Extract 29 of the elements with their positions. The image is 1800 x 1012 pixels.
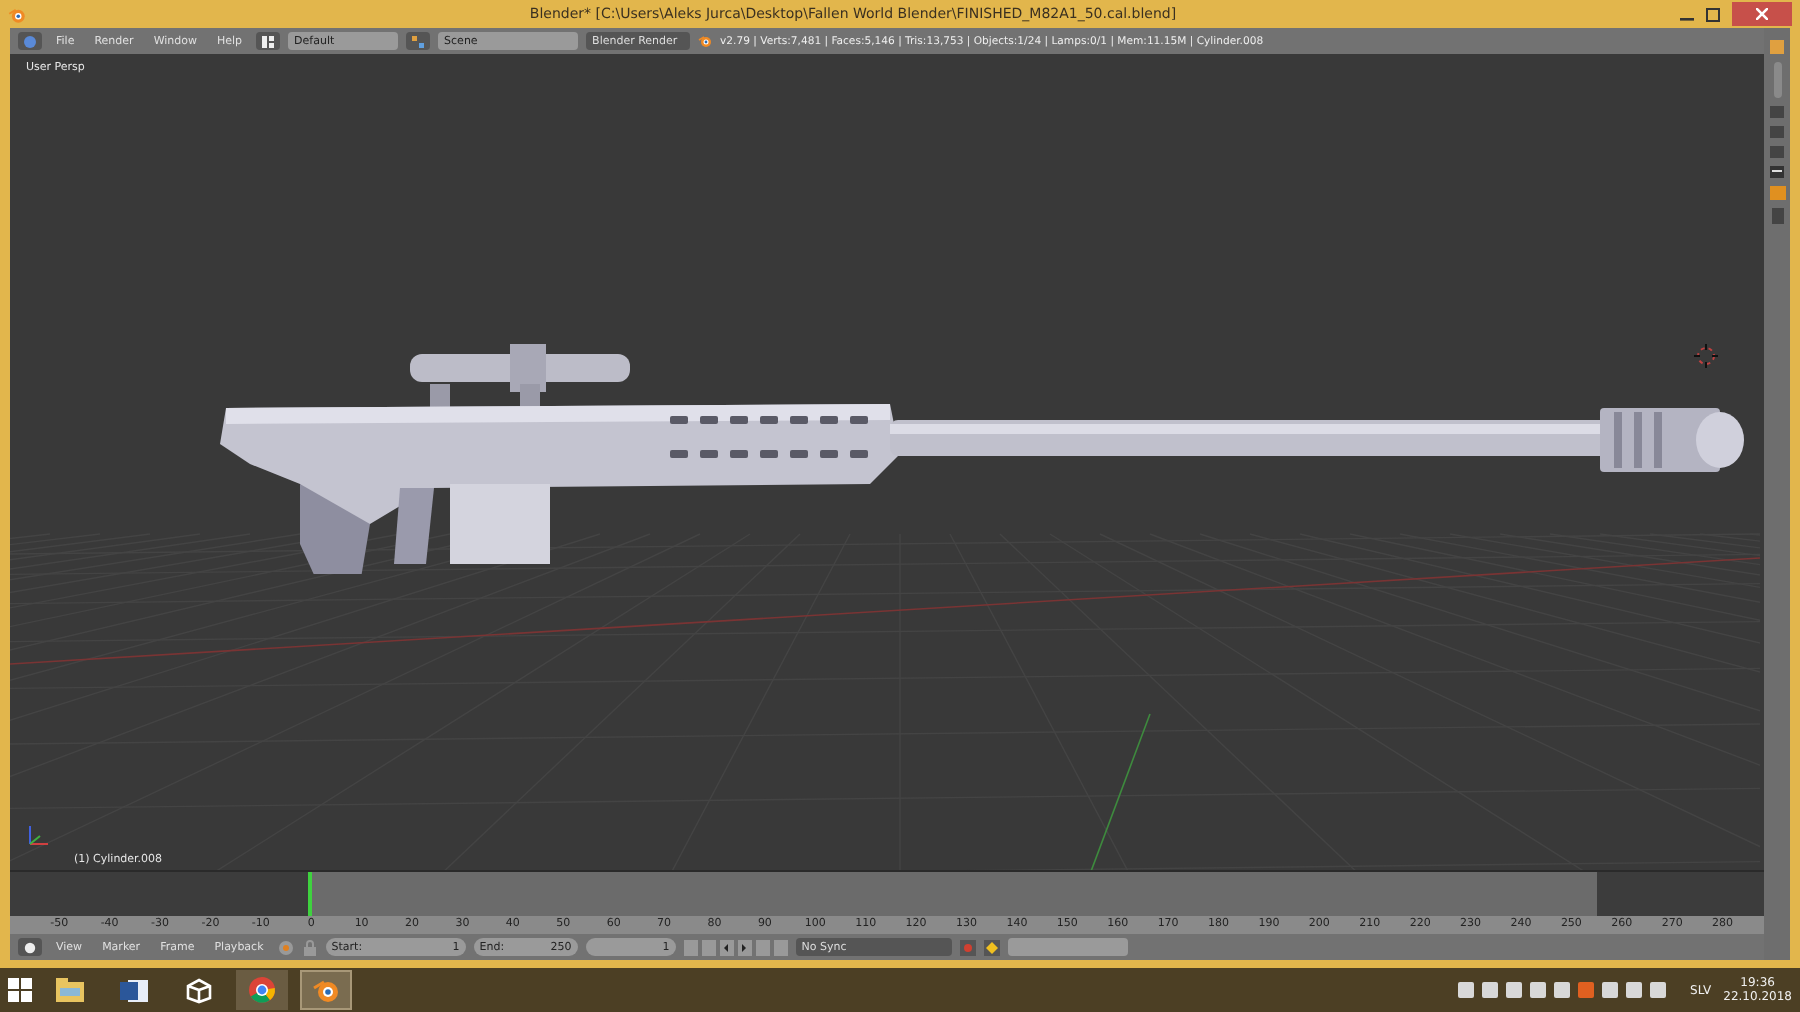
blender-logo-icon xyxy=(312,976,340,1004)
playhead-line[interactable] xyxy=(308,872,313,916)
playback-controls-icon[interactable] xyxy=(683,939,788,955)
close-icon xyxy=(1756,8,1768,20)
preview-range-icon[interactable] xyxy=(277,939,294,955)
keyframe-icon[interactable] xyxy=(983,939,1000,955)
close-button[interactable] xyxy=(1732,2,1792,26)
cube-logo-icon xyxy=(185,977,211,1003)
layout-grid-icon xyxy=(262,35,275,47)
scene-icon xyxy=(412,35,425,47)
outliner-icon[interactable] xyxy=(1770,166,1784,178)
document-app-icon xyxy=(120,977,148,1003)
editor-type-button[interactable] xyxy=(18,938,42,956)
3d-cursor-icon xyxy=(1694,344,1718,368)
keying-set-field[interactable] xyxy=(1007,938,1128,956)
lock-icon[interactable] xyxy=(301,939,318,955)
browser-icon xyxy=(248,976,276,1004)
clock-icon xyxy=(24,941,36,953)
blender-logo-icon xyxy=(698,34,713,48)
info-icon xyxy=(24,35,36,47)
taskbar-app-button[interactable] xyxy=(236,970,288,1010)
axis-gizmo-icon xyxy=(26,824,50,848)
layout-button[interactable] xyxy=(256,32,281,50)
folder-icon xyxy=(56,978,84,1002)
scene-button[interactable] xyxy=(406,32,431,50)
windows-start-icon[interactable] xyxy=(8,978,32,1002)
timeline-track[interactable] xyxy=(10,870,1764,916)
blender-logo-icon xyxy=(8,5,26,23)
maximize-icon[interactable] xyxy=(1706,7,1720,21)
